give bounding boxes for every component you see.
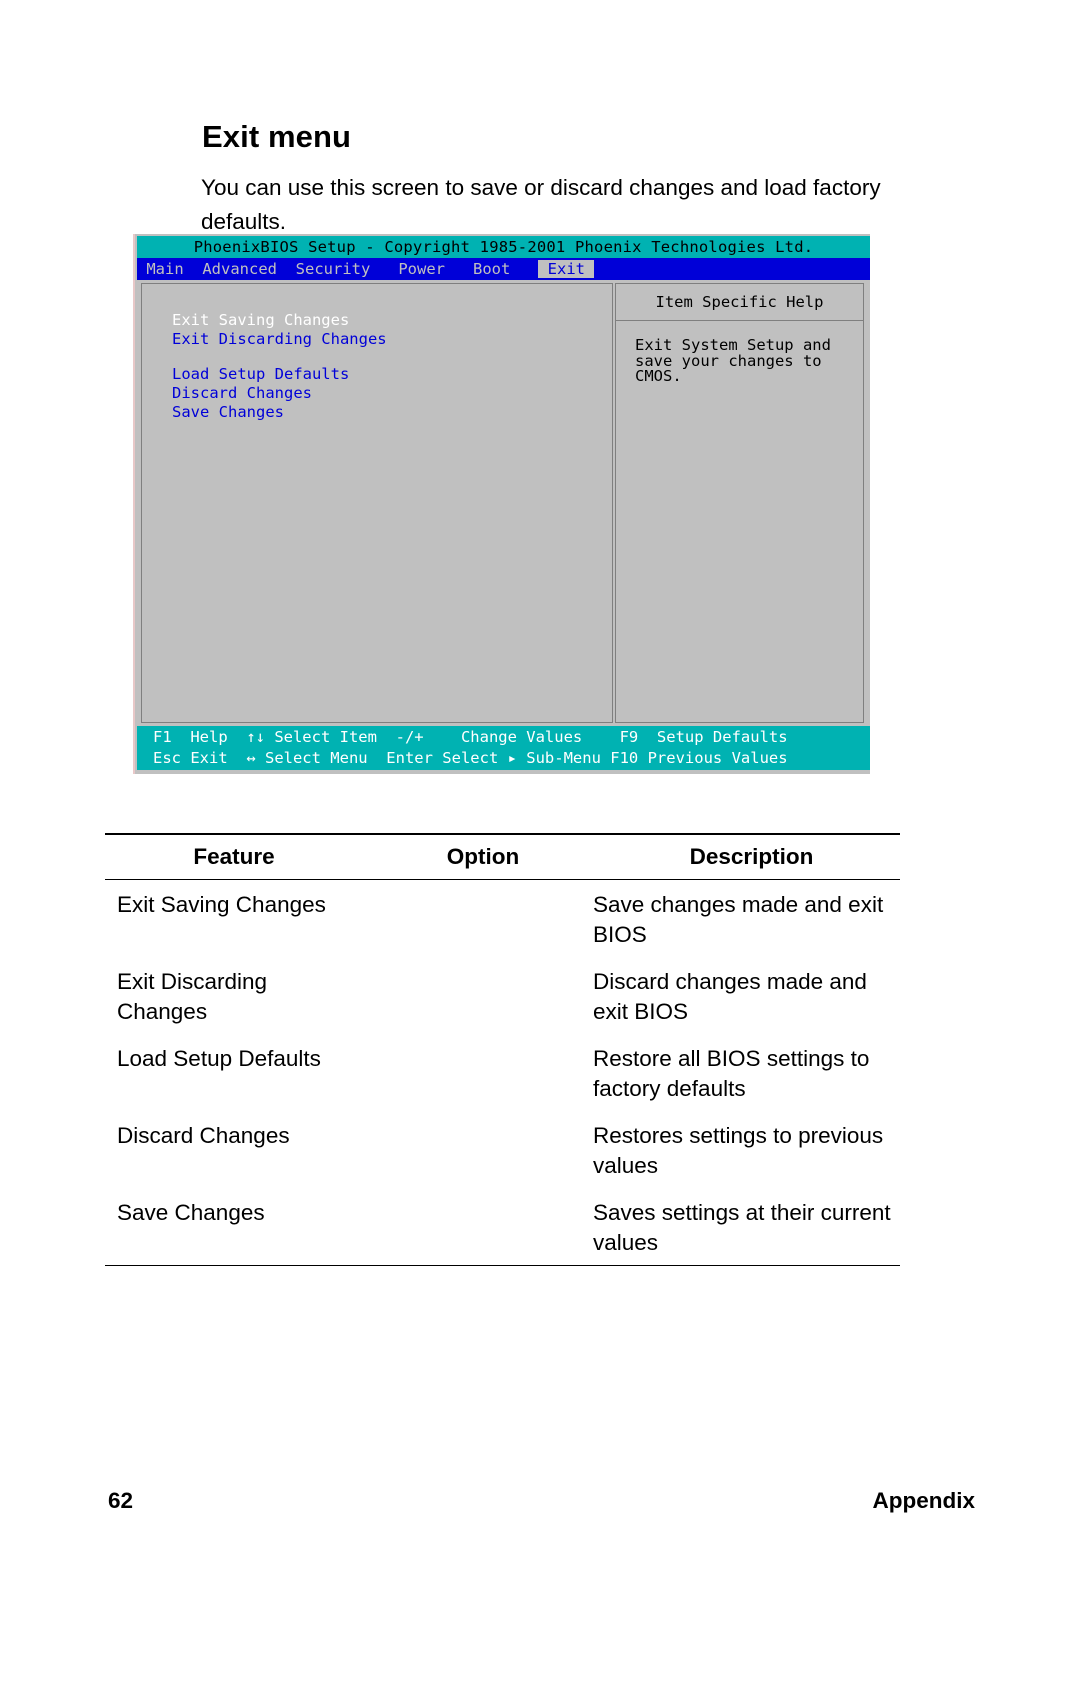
cell-option (350, 1198, 593, 1258)
bios-tab-main[interactable]: Main (146, 260, 183, 278)
cell-option (350, 967, 593, 1027)
bios-key-legend: F1 Help ↑↓ Select Item -/+ Change Values… (137, 726, 870, 770)
bios-body: Exit Saving Changes Exit Discarding Chang… (137, 280, 870, 726)
bios-tab-security[interactable]: Security (296, 260, 371, 278)
tab-spacer (370, 260, 398, 278)
table-row: Load Setup Defaults Restore all BIOS sett… (105, 1034, 900, 1111)
page-number: 62 (108, 1488, 134, 1513)
bios-help-panel: Item Specific Help Exit System Setup and… (615, 283, 864, 723)
bios-menu-item-save-changes[interactable]: Save Changes (172, 403, 387, 422)
bios-options-panel: Exit Saving Changes Exit Discarding Chang… (141, 283, 613, 723)
column-header-feature: Feature (193, 844, 275, 869)
cell-description: Restores settings to previous values (593, 1123, 884, 1178)
bios-menu-bar[interactable]: Main Advanced Security Power Boot Exit (137, 258, 870, 280)
cell-option (350, 890, 593, 950)
column-header-description: Description (689, 844, 814, 869)
bios-menu-item-discard-changes[interactable]: Discard Changes (172, 384, 387, 403)
cell-description: Discard changes made and exit BIOS (593, 969, 867, 1024)
page-footer-label: Appendix (872, 1488, 975, 1513)
table-bottom-rule (105, 1265, 900, 1266)
cell-description: Saves settings at their current values (593, 1200, 891, 1255)
cell-feature: Exit Saving Changes (117, 892, 326, 917)
tab-spacer (510, 260, 538, 278)
item-specific-help-body: Exit System Setup and save your changes … (615, 320, 864, 723)
feature-table: Feature Option Description Exit Saving C… (105, 833, 900, 1266)
cell-feature: Save Changes (117, 1200, 265, 1225)
bios-tab-power[interactable]: Power (398, 260, 445, 278)
cell-option (350, 1121, 593, 1181)
page-title: Exit menu (202, 118, 352, 154)
bios-menu-item-exit-discarding-changes[interactable]: Exit Discarding Changes (172, 330, 387, 349)
cell-feature: Discard Changes (117, 1123, 290, 1148)
tab-spacer (445, 260, 473, 278)
table-row: Save Changes Saves settings at their curr… (105, 1188, 900, 1265)
tab-spacer (184, 260, 203, 278)
item-specific-help-title: Item Specific Help (615, 283, 864, 320)
cell-description: Save changes made and exit BIOS (593, 892, 884, 947)
table-row: Exit Saving Changes Save changes made and… (105, 880, 900, 957)
bios-menu-item-list: Exit Saving Changes Exit Discarding Chang… (172, 311, 387, 422)
column-header-option: Option (446, 844, 520, 869)
tab-spacer (137, 260, 146, 278)
cell-feature: Load Setup Defaults (117, 1046, 321, 1071)
tab-spacer (277, 260, 296, 278)
table-row: Discard Changes Restores settings to prev… (105, 1111, 900, 1188)
bios-tab-advanced[interactable]: Advanced (202, 260, 277, 278)
bios-screenshot: PhoenixBIOS Setup - Copyright 1985-2001 … (133, 234, 870, 774)
cell-option (350, 1044, 593, 1104)
table-header-row: Feature Option Description (105, 835, 900, 879)
menu-group-spacer (172, 349, 387, 365)
table-row: Exit Discarding Changes Discard changes m… (105, 957, 900, 1034)
key-legend-row-1: F1 Help ↑↓ Select Item -/+ Change Values… (153, 728, 788, 746)
bios-tab-exit[interactable]: Exit (538, 260, 595, 278)
bios-menu-item-exit-saving-changes[interactable]: Exit Saving Changes (172, 311, 387, 330)
cell-description: Restore all BIOS settings to factory def… (593, 1046, 870, 1101)
document-page: Exit menu You can use this screen to sav… (0, 0, 1080, 1690)
table-body: Exit Saving Changes Save changes made and… (105, 880, 900, 1265)
help-text: Exit System Setup and save your changes … (635, 336, 831, 385)
intro-paragraph: You can use this screen to save or disca… (201, 174, 881, 234)
bios-tab-boot[interactable]: Boot (473, 260, 510, 278)
bios-menu-item-load-setup-defaults[interactable]: Load Setup Defaults (172, 365, 387, 384)
bios-title-bar: PhoenixBIOS Setup - Copyright 1985-2001 … (137, 236, 870, 258)
key-legend-row-2: Esc Exit ↔ Select Menu Enter Select ▸ Su… (153, 749, 788, 767)
cell-feature: Exit Discarding Changes (117, 969, 268, 1024)
